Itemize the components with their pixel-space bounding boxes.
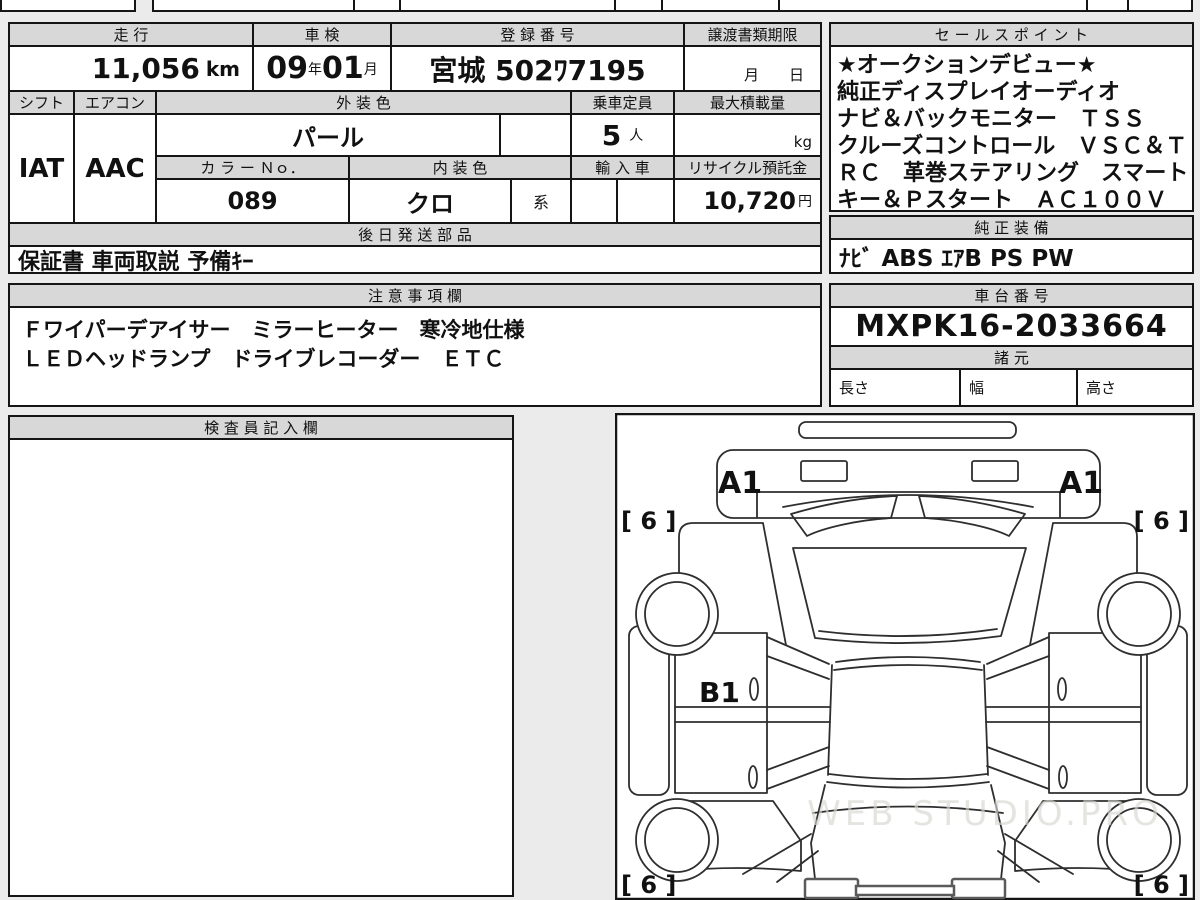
- watermark: WEB STUDIO.PRO: [807, 794, 1163, 834]
- taillight-right: [950, 877, 1007, 900]
- max-load-value: kg: [673, 113, 822, 157]
- shaken-month-unit: 月: [363, 61, 378, 78]
- inspector-entry-body: [8, 438, 514, 897]
- corner-label-bottom-right: [ 6 ]: [1134, 871, 1189, 899]
- header-exterior-color: 外 装 色: [155, 90, 572, 115]
- sliver-cell: [0, 0, 136, 12]
- registration-value: 宮城 502ﾜ7195: [390, 45, 685, 92]
- header-shift: シフト: [8, 90, 75, 115]
- capacity-value: 5 人: [570, 113, 675, 157]
- chassis-number-value: MXPK16-2033664: [829, 306, 1194, 347]
- corner-label-bottom-left: [ 6 ]: [621, 871, 676, 899]
- sales-point-line: 純正ディスプレイオーディオ: [837, 80, 1120, 105]
- header-genuine-equipment: 純 正 装 備: [829, 215, 1194, 240]
- rear-bumper-bar: [854, 884, 956, 897]
- header-later-parts: 後 日 発 送 部 品: [8, 222, 822, 247]
- later-parts-value: 保証書 車両取説 予備ｷｰ: [8, 245, 822, 274]
- shaken-value: 09 年 01 月: [252, 45, 392, 92]
- sliver-cell: [353, 0, 401, 12]
- aircon-value: AAC: [73, 113, 157, 224]
- auction-sheet: 走 行 車 検 登 録 番 号 譲渡書類期限 11,056 km 09 年 01…: [0, 0, 1200, 900]
- capacity-number: 5: [601, 118, 622, 152]
- exterior-color-extra-cell: [499, 113, 572, 157]
- car-diagram-box: A1 A1 B1 [ 6 ] [ 6 ] [ 6 ] [ 6 ] WEB STU…: [614, 412, 1196, 900]
- notes-body: Ｆワイパーデアイサー ミラーヒーター 寒冷地仕様 ＬＥＤヘッドランプ ドライブレ…: [8, 306, 822, 407]
- header-mileage: 走 行: [8, 22, 254, 47]
- sales-point-line: ＲＣ 革巻ステアリング スマート: [837, 161, 1189, 186]
- sliver-cell: [614, 0, 663, 12]
- interior-color-value: クロ: [348, 178, 512, 224]
- sliver-cell: [778, 0, 1088, 12]
- sales-point-line: ナビ＆バックモニター ＴＳＳ: [837, 107, 1146, 132]
- sliver-cell: [661, 0, 780, 12]
- damage-label-b1: B1: [699, 676, 740, 709]
- shaken-month: 01: [322, 51, 364, 86]
- notes-line: ＬＥＤヘッドランプ ドライブレコーダー ＥＴＣ: [22, 347, 505, 371]
- spec-height-cell: 高さ: [1076, 368, 1194, 407]
- sales-point-body: ★オークションデビュー★ 純正ディスプレイオーディオ ナビ＆バックモニター ＴＳ…: [829, 45, 1194, 212]
- header-recycle-deposit: リサイクル預託金: [673, 155, 822, 180]
- mileage-value: 11,056 km: [8, 45, 254, 92]
- interior-color-suffix: 系: [510, 178, 572, 224]
- shaken-year: 09: [266, 51, 308, 86]
- sliver-cell: [399, 0, 616, 12]
- transfer-deadline-value: 月 日: [683, 45, 822, 92]
- damage-label-a1-right: A1: [1059, 466, 1103, 501]
- exterior-color-value: パール: [155, 113, 501, 157]
- mileage-unit: km: [205, 56, 240, 81]
- sliver-cell: [1127, 0, 1193, 12]
- header-inspector-entry: 検 査 員 記 入 欄: [8, 415, 514, 440]
- header-max-load: 最大積載量: [673, 90, 822, 115]
- sliver-cell: [1086, 0, 1129, 12]
- recycle-number: 10,720: [703, 187, 796, 215]
- spec-length-cell: 長さ: [829, 368, 961, 407]
- damage-label-a1-left: A1: [718, 466, 762, 501]
- import-cell-1: [570, 178, 618, 224]
- color-no-value: 089: [155, 178, 350, 224]
- header-color-no: カ ラ ー Ｎｏ．: [155, 155, 350, 180]
- car-diagram: A1 A1 B1 [ 6 ] [ 6 ] [ 6 ] [ 6 ] WEB STU…: [614, 412, 1196, 900]
- recycle-deposit-value: 10,720 円: [673, 178, 822, 224]
- capacity-unit: 人: [629, 128, 644, 144]
- notes-line: Ｆワイパーデアイサー ミラーヒーター 寒冷地仕様: [22, 318, 525, 342]
- header-registration: 登 録 番 号: [390, 22, 685, 47]
- taillight-left: [803, 877, 860, 900]
- header-specifications: 諸 元: [829, 345, 1194, 370]
- header-sales-point: セ ー ル ス ポ イ ン ト: [829, 22, 1194, 47]
- header-chassis-number: 車 台 番 号: [829, 283, 1194, 308]
- sales-point-line: クルーズコントロール ＶＳＣ＆Ｔ: [837, 134, 1188, 159]
- header-aircon: エアコン: [73, 90, 157, 115]
- shaken-year-unit: 年: [308, 61, 322, 78]
- import-cell-2: [616, 178, 675, 224]
- sliver-cell: [152, 0, 355, 12]
- sales-point-line: ★オークションデビュー★: [837, 53, 1097, 78]
- header-transfer-deadline: 譲渡書類期限: [683, 22, 822, 47]
- genuine-equipment-value: ﾅﾋﾞ ABS ｴｱB PS PW: [829, 238, 1194, 274]
- sales-point-line: キー＆Ｐスタート ＡＣ１００Ｖ: [837, 188, 1168, 212]
- corner-label-top-left: [ 6 ]: [621, 507, 676, 535]
- header-shaken: 車 検: [252, 22, 392, 47]
- header-interior-color: 内 装 色: [348, 155, 572, 180]
- corner-label-top-right: [ 6 ]: [1134, 507, 1189, 535]
- header-import: 輸 入 車: [570, 155, 675, 180]
- recycle-unit: 円: [798, 194, 812, 210]
- header-capacity: 乗車定員: [570, 90, 675, 115]
- header-notes: 注 意 事 項 欄: [8, 283, 822, 308]
- shift-value: IAT: [8, 113, 75, 224]
- spec-width-cell: 幅: [959, 368, 1078, 407]
- mileage-number: 11,056: [91, 52, 200, 85]
